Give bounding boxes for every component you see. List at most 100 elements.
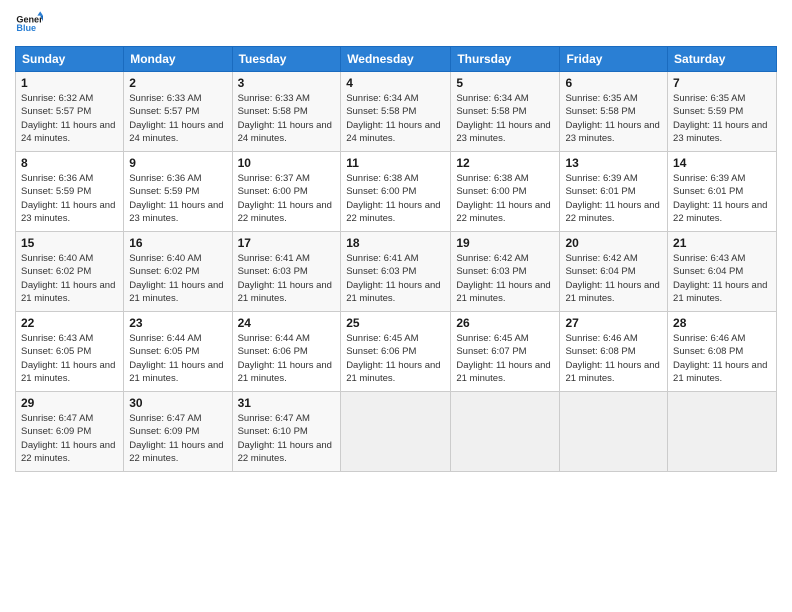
day-number: 30	[129, 396, 226, 410]
calendar-header-row: SundayMondayTuesdayWednesdayThursdayFrid…	[16, 47, 777, 72]
day-number: 11	[346, 156, 445, 170]
table-row: 16 Sunrise: 6:40 AMSunset: 6:02 PMDayligh…	[124, 232, 232, 312]
header: General Blue	[15, 10, 777, 38]
table-row: 4 Sunrise: 6:34 AMSunset: 5:58 PMDaylight…	[341, 72, 451, 152]
day-number: 4	[346, 76, 445, 90]
table-row: 14 Sunrise: 6:39 AMSunset: 6:01 PMDayligh…	[668, 152, 777, 232]
day-number: 8	[21, 156, 118, 170]
table-row: 10 Sunrise: 6:37 AMSunset: 6:00 PMDayligh…	[232, 152, 341, 232]
table-row: 30 Sunrise: 6:47 AMSunset: 6:09 PMDayligh…	[124, 392, 232, 472]
day-info: Sunrise: 6:41 AMSunset: 6:03 PMDaylight:…	[346, 252, 445, 305]
day-number: 22	[21, 316, 118, 330]
day-number: 2	[129, 76, 226, 90]
day-info: Sunrise: 6:47 AMSunset: 6:10 PMDaylight:…	[238, 412, 336, 465]
calendar-header-monday: Monday	[124, 47, 232, 72]
day-info: Sunrise: 6:44 AMSunset: 6:05 PMDaylight:…	[129, 332, 226, 385]
table-row: 18Sunrise: 6:41 AMSunset: 6:03 PMDayligh…	[341, 232, 451, 312]
day-info: Sunrise: 6:34 AMSunset: 5:58 PMDaylight:…	[346, 92, 445, 145]
day-number: 1	[21, 76, 118, 90]
day-info: Sunrise: 6:47 AMSunset: 6:09 PMDaylight:…	[129, 412, 226, 465]
calendar-week-5: 29 Sunrise: 6:47 AMSunset: 6:09 PMDayligh…	[16, 392, 777, 472]
day-number: 26	[456, 316, 554, 330]
day-number: 12	[456, 156, 554, 170]
table-row: 6 Sunrise: 6:35 AMSunset: 5:58 PMDaylight…	[560, 72, 668, 152]
day-number: 10	[238, 156, 336, 170]
table-row: 9Sunrise: 6:36 AMSunset: 5:59 PMDaylight…	[124, 152, 232, 232]
table-row: 31 Sunrise: 6:47 AMSunset: 6:10 PMDayligh…	[232, 392, 341, 472]
day-info: Sunrise: 6:44 AMSunset: 6:06 PMDaylight:…	[238, 332, 336, 385]
table-row: 3Sunrise: 6:33 AMSunset: 5:58 PMDaylight…	[232, 72, 341, 152]
day-number: 25	[346, 316, 445, 330]
calendar-week-2: 15 Sunrise: 6:40 AMSunset: 6:02 PMDayligh…	[16, 232, 777, 312]
table-row: 11Sunrise: 6:38 AMSunset: 6:00 PMDayligh…	[341, 152, 451, 232]
day-info: Sunrise: 6:35 AMSunset: 5:59 PMDaylight:…	[673, 92, 771, 145]
day-info: Sunrise: 6:33 AMSunset: 5:58 PMDaylight:…	[238, 92, 336, 145]
calendar-week-1: 8 Sunrise: 6:36 AMSunset: 5:59 PMDaylight…	[16, 152, 777, 232]
table-row: 15Sunrise: 6:40 AMSunset: 6:02 PMDayligh…	[16, 232, 124, 312]
day-number: 16	[129, 236, 226, 250]
table-row: 29 Sunrise: 6:47 AMSunset: 6:09 PMDayligh…	[16, 392, 124, 472]
table-row: 28 Sunrise: 6:46 AMSunset: 6:08 PMDayligh…	[668, 312, 777, 392]
day-info: Sunrise: 6:45 AMSunset: 6:06 PMDaylight:…	[346, 332, 445, 385]
day-info: Sunrise: 6:32 AMSunset: 5:57 PMDaylight:…	[21, 92, 118, 145]
day-info: Sunrise: 6:35 AMSunset: 5:58 PMDaylight:…	[565, 92, 662, 145]
day-number: 15	[21, 236, 118, 250]
table-row: 19 Sunrise: 6:42 AMSunset: 6:03 PMDayligh…	[451, 232, 560, 312]
day-number: 17	[238, 236, 336, 250]
table-row: 27Sunrise: 6:46 AMSunset: 6:08 PMDayligh…	[560, 312, 668, 392]
day-number: 19	[456, 236, 554, 250]
day-number: 28	[673, 316, 771, 330]
table-row: 8 Sunrise: 6:36 AMSunset: 5:59 PMDaylight…	[16, 152, 124, 232]
day-number: 13	[565, 156, 662, 170]
table-row	[341, 392, 451, 472]
day-info: Sunrise: 6:39 AMSunset: 6:01 PMDaylight:…	[565, 172, 662, 225]
table-row: 24 Sunrise: 6:44 AMSunset: 6:06 PMDayligh…	[232, 312, 341, 392]
day-info: Sunrise: 6:36 AMSunset: 5:59 PMDaylight:…	[21, 172, 118, 225]
day-info: Sunrise: 6:42 AMSunset: 6:03 PMDaylight:…	[456, 252, 554, 305]
day-number: 31	[238, 396, 336, 410]
logo-icon: General Blue	[15, 10, 43, 38]
day-number: 6	[565, 76, 662, 90]
day-info: Sunrise: 6:37 AMSunset: 6:00 PMDaylight:…	[238, 172, 336, 225]
calendar-body: 1 Sunrise: 6:32 AMSunset: 5:57 PMDaylight…	[16, 72, 777, 472]
day-number: 5	[456, 76, 554, 90]
table-row: 7Sunrise: 6:35 AMSunset: 5:59 PMDaylight…	[668, 72, 777, 152]
table-row: 12Sunrise: 6:38 AMSunset: 6:00 PMDayligh…	[451, 152, 560, 232]
day-info: Sunrise: 6:47 AMSunset: 6:09 PMDaylight:…	[21, 412, 118, 465]
day-info: Sunrise: 6:34 AMSunset: 5:58 PMDaylight:…	[456, 92, 554, 145]
calendar-header-saturday: Saturday	[668, 47, 777, 72]
calendar-header-wednesday: Wednesday	[341, 47, 451, 72]
day-number: 24	[238, 316, 336, 330]
table-row: 25 Sunrise: 6:45 AMSunset: 6:06 PMDayligh…	[341, 312, 451, 392]
logo: General Blue	[15, 10, 43, 38]
day-info: Sunrise: 6:46 AMSunset: 6:08 PMDaylight:…	[565, 332, 662, 385]
day-info: Sunrise: 6:33 AMSunset: 5:57 PMDaylight:…	[129, 92, 226, 145]
calendar-week-0: 1 Sunrise: 6:32 AMSunset: 5:57 PMDaylight…	[16, 72, 777, 152]
table-row: 2 Sunrise: 6:33 AMSunset: 5:57 PMDaylight…	[124, 72, 232, 152]
table-row: 17 Sunrise: 6:41 AMSunset: 6:03 PMDayligh…	[232, 232, 341, 312]
day-info: Sunrise: 6:36 AMSunset: 5:59 PMDaylight:…	[129, 172, 226, 225]
table-row: 20 Sunrise: 6:42 AMSunset: 6:04 PMDayligh…	[560, 232, 668, 312]
day-info: Sunrise: 6:46 AMSunset: 6:08 PMDaylight:…	[673, 332, 771, 385]
day-info: Sunrise: 6:43 AMSunset: 6:05 PMDaylight:…	[21, 332, 118, 385]
day-info: Sunrise: 6:40 AMSunset: 6:02 PMDaylight:…	[129, 252, 226, 305]
table-row	[560, 392, 668, 472]
calendar-header-thursday: Thursday	[451, 47, 560, 72]
table-row: 13 Sunrise: 6:39 AMSunset: 6:01 PMDayligh…	[560, 152, 668, 232]
day-number: 14	[673, 156, 771, 170]
table-row: 5 Sunrise: 6:34 AMSunset: 5:58 PMDaylight…	[451, 72, 560, 152]
table-row	[451, 392, 560, 472]
table-row: 23 Sunrise: 6:44 AMSunset: 6:05 PMDayligh…	[124, 312, 232, 392]
table-row: 1 Sunrise: 6:32 AMSunset: 5:57 PMDaylight…	[16, 72, 124, 152]
day-number: 20	[565, 236, 662, 250]
day-info: Sunrise: 6:41 AMSunset: 6:03 PMDaylight:…	[238, 252, 336, 305]
calendar-header-sunday: Sunday	[16, 47, 124, 72]
calendar-week-3: 22 Sunrise: 6:43 AMSunset: 6:05 PMDayligh…	[16, 312, 777, 392]
table-row	[668, 392, 777, 472]
table-row: 21Sunrise: 6:43 AMSunset: 6:04 PMDayligh…	[668, 232, 777, 312]
day-info: Sunrise: 6:39 AMSunset: 6:01 PMDaylight:…	[673, 172, 771, 225]
day-number: 29	[21, 396, 118, 410]
day-number: 23	[129, 316, 226, 330]
day-info: Sunrise: 6:45 AMSunset: 6:07 PMDaylight:…	[456, 332, 554, 385]
day-info: Sunrise: 6:42 AMSunset: 6:04 PMDaylight:…	[565, 252, 662, 305]
